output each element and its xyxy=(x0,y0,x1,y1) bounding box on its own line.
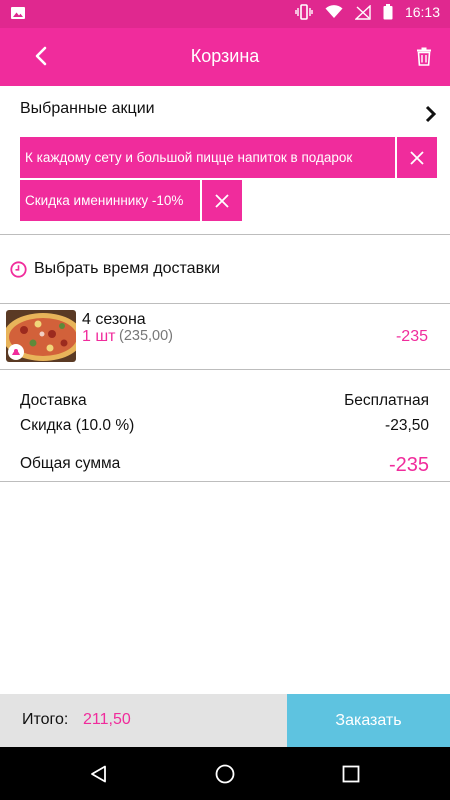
divider xyxy=(0,369,450,370)
close-icon xyxy=(410,150,424,165)
discount-value: -23,50 xyxy=(385,417,429,434)
product-image xyxy=(6,310,76,362)
wifi-icon xyxy=(325,5,343,19)
image-icon xyxy=(10,5,26,21)
remove-promo-button[interactable] xyxy=(397,137,437,178)
status-time: 16:13 xyxy=(404,4,440,20)
page-title: Корзина xyxy=(190,46,260,66)
delivery-time-selector[interactable]: Выбрать время доставки xyxy=(10,260,220,278)
remove-promo-button[interactable] xyxy=(202,180,242,221)
order-total-label: Итого: xyxy=(22,711,69,728)
divider xyxy=(0,234,450,235)
promo-chip: Скидка имениннику -10% xyxy=(20,180,200,221)
vibrate-icon xyxy=(295,4,313,20)
total-sum-value: -235 xyxy=(388,454,429,476)
checkout-bar: Итого: 211,50 Заказать xyxy=(0,694,450,747)
signal-icon xyxy=(354,4,371,20)
divider xyxy=(0,481,450,482)
delivery-value: Бесплатная xyxy=(344,392,429,409)
cart-item-name: 4 сезона xyxy=(82,311,146,328)
promo-chip: К каждому сету и большой пицце напиток в… xyxy=(20,137,395,178)
cart-item-total: -235 xyxy=(395,328,428,345)
cart-item-unit-price: (235,00) xyxy=(119,328,174,344)
trash-icon[interactable] xyxy=(412,44,436,68)
status-bar: 16:13 xyxy=(0,0,450,28)
promos-header[interactable]: Выбранные акции xyxy=(20,100,155,118)
nav-home-icon[interactable] xyxy=(212,761,238,787)
close-icon xyxy=(215,193,229,208)
nav-recents-icon[interactable] xyxy=(338,761,364,787)
chevron-right-icon[interactable] xyxy=(424,105,438,123)
order-total-value: 211,50 xyxy=(83,711,131,728)
divider xyxy=(0,303,450,304)
order-button[interactable]: Заказать xyxy=(287,694,450,747)
discount-label: Скидка (10.0 %) xyxy=(20,417,135,434)
clock-icon xyxy=(10,260,27,278)
cart-item-qty[interactable]: 1 шт xyxy=(82,328,116,346)
battery-icon xyxy=(383,4,393,20)
system-nav-bar xyxy=(0,747,450,800)
order-total: Итого: 211,50 xyxy=(0,694,287,747)
total-sum-label: Общая сумма xyxy=(20,455,121,472)
app-bar: Корзина xyxy=(0,28,450,86)
nav-back-icon[interactable] xyxy=(86,761,112,787)
delivery-time-label: Выбрать время доставки xyxy=(34,260,221,277)
delivery-label: Доставка xyxy=(20,392,87,409)
